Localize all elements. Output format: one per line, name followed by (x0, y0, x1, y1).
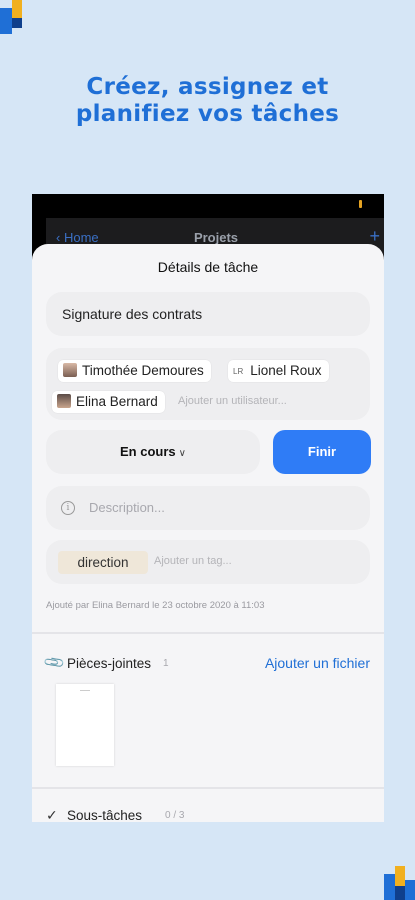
add-file-button[interactable]: Ajouter un fichier (265, 655, 370, 671)
add-tag-input[interactable]: Ajouter un tag... (154, 555, 232, 567)
subtasks-count: 0 / 3 (165, 810, 185, 821)
finish-button[interactable]: Finir (273, 430, 371, 474)
phone-screen: ‹ Home Projets + Détails de tâche Signat… (32, 194, 384, 822)
info-icon: i (61, 501, 75, 515)
headline-line-2: planifiez vos tâches (75, 101, 340, 127)
attachments-header: 📎 Pièces-jointes 1 Ajouter un fichier (43, 650, 370, 674)
description-placeholder: Description... (89, 500, 165, 515)
sheet-title: Détails de tâche (157, 259, 259, 275)
task-detail-sheet: Détails de tâche Signature des contrats … (32, 244, 384, 822)
brand-logo-fragment-bottom (384, 866, 415, 900)
subtasks-label: Sous-tâches (67, 808, 143, 822)
chevron-down-icon: ∨ (178, 448, 186, 459)
section-divider (32, 632, 384, 634)
avatar (57, 394, 71, 408)
attachments-count: 1 (163, 658, 169, 669)
status-dropdown[interactable]: En cours ∨ (46, 430, 260, 474)
status-label: En cours (120, 444, 176, 459)
tag-chip[interactable]: direction (58, 551, 148, 574)
status-indicator (359, 200, 362, 208)
subtasks-header[interactable]: ✓ Sous-tâches 0 / 3 (46, 807, 370, 822)
add-user-input[interactable]: Ajouter un utilisateur... (178, 395, 287, 407)
brand-logo-fragment-top (0, 0, 34, 34)
assignee-name: Elina Bernard (76, 394, 158, 409)
description-field[interactable]: i Description... (46, 486, 370, 530)
promo-headline: Créez, assignez et planifiez vos tâches (0, 74, 415, 128)
headline-line-1: Créez, assignez et (86, 74, 329, 100)
assignee-chip[interactable]: Timothée Demoures (58, 360, 211, 382)
task-name-field[interactable]: Signature des contrats (46, 292, 370, 336)
assignee-chip[interactable]: Elina Bernard (52, 391, 165, 413)
avatar (63, 363, 77, 377)
section-divider (32, 787, 384, 789)
nav-title: Projets (193, 230, 239, 245)
paperclip-icon: 📎 (42, 650, 67, 674)
assignee-chip[interactable]: LR Lionel Roux (228, 360, 329, 382)
assignee-name: Timothée Demoures (82, 363, 204, 378)
assignee-name: Lionel Roux (250, 363, 322, 378)
checkmark-icon: ✓ (46, 807, 58, 822)
avatar-initials: LR (233, 367, 244, 376)
thumbnail-line (80, 690, 90, 691)
attachment-thumbnail[interactable] (56, 684, 114, 766)
attachments-label: Pièces-jointes (67, 656, 152, 671)
tags-field[interactable]: direction Ajouter un tag... (46, 540, 370, 584)
assignees-field[interactable]: Timothée Demoures LR Lionel Roux Elina Be… (46, 348, 370, 420)
created-meta: Ajouté par Elina Bernard le 23 octobre 2… (46, 600, 265, 611)
task-name-value: Signature des contrats (62, 306, 203, 322)
